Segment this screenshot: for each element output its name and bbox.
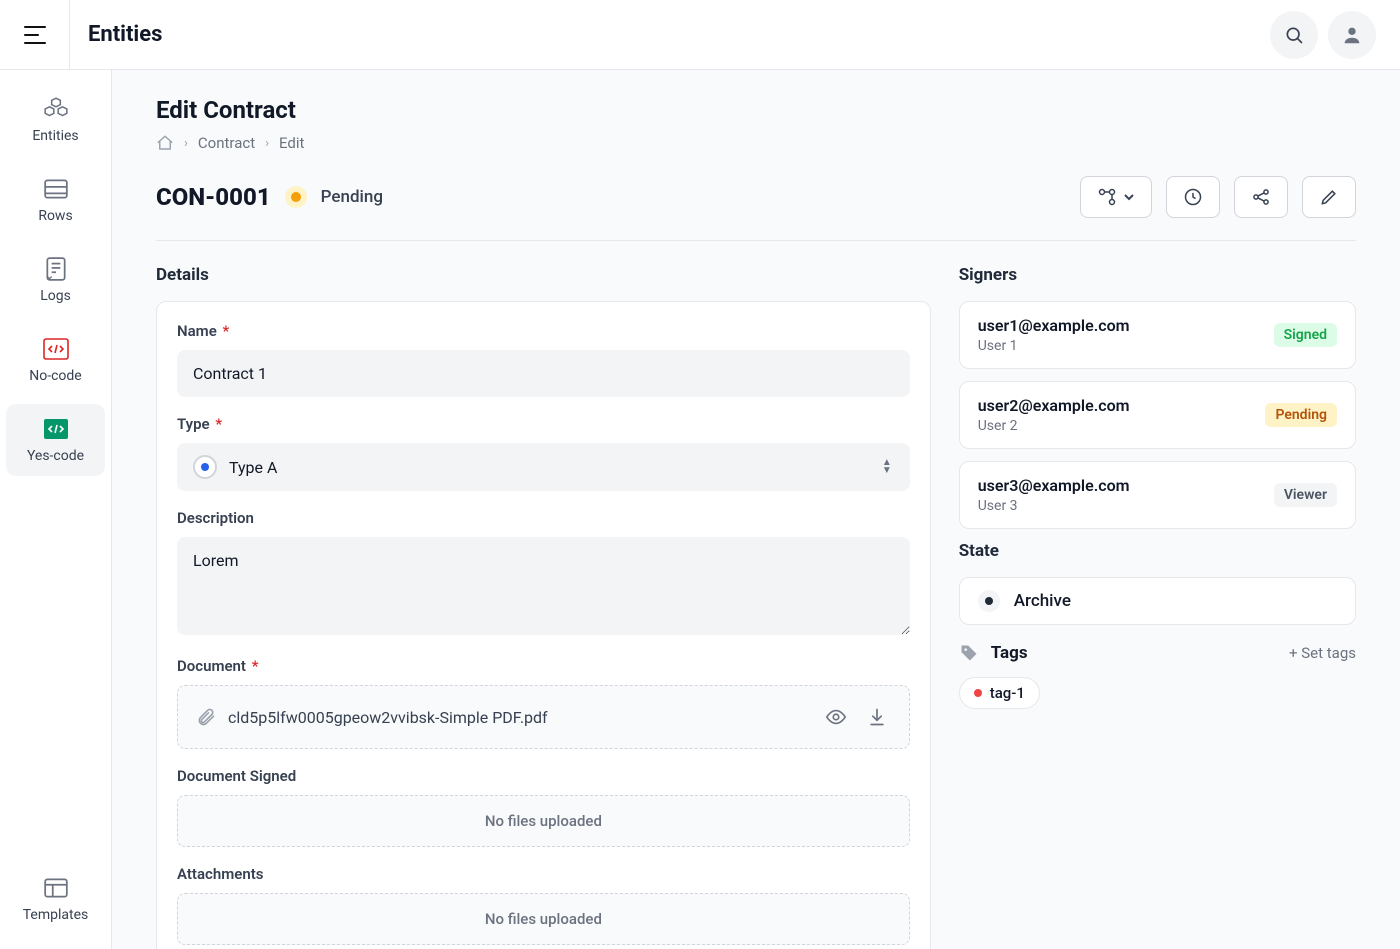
name-input[interactable] [177,350,910,397]
share-button[interactable] [1234,176,1288,218]
name-label: Name * [177,322,910,340]
workflow-button[interactable] [1080,176,1152,218]
chevron-right-icon: › [184,136,188,151]
edit-button[interactable] [1302,176,1356,218]
attachments-label: Attachments [177,865,910,883]
signer-status-badge: Viewer [1274,483,1337,507]
status-dot [291,192,301,202]
download-file-button[interactable] [863,703,891,731]
radio-dot-icon [193,455,217,479]
state-value: Archive [1014,591,1071,611]
state-section-title: State [959,541,1356,561]
set-tags-button[interactable]: + Set tags [1289,644,1356,662]
templates-icon [43,875,69,901]
state-dot-wrap [978,590,1000,612]
type-select-value: Type A [229,458,277,477]
main-content: Edit Contract › Contract › Edit CON-0001… [112,70,1400,949]
tag-icon [959,643,979,663]
tag-name: tag-1 [990,684,1025,702]
preview-file-button[interactable] [821,702,851,732]
signer-name: User 3 [978,498,1274,514]
sidebar-item-rows[interactable]: Rows [6,164,105,236]
type-label: Type * [177,415,910,433]
download-icon [867,707,887,727]
details-section-title: Details [156,265,931,285]
hamburger-icon [24,26,46,44]
eye-icon [825,706,847,728]
search-button[interactable] [1270,11,1318,59]
menu-toggle-button[interactable] [0,0,70,70]
rows-icon [43,176,69,202]
tags-header: Tags + Set tags [959,643,1356,663]
sidebar-item-no-code[interactable]: No-code [6,324,105,396]
signer-status-badge: Pending [1265,403,1337,427]
user-menu-button[interactable] [1328,11,1376,59]
entity-id: CON-0001 [156,183,271,211]
breadcrumb-level1[interactable]: Contract [198,134,255,152]
paperclip-icon [196,707,216,727]
entity-status: Pending [321,187,383,207]
state-dot [985,597,993,605]
user-icon [1341,24,1363,46]
logs-icon [43,256,69,282]
signer-email: user1@example.com [978,316,1274,335]
details-card: Name * Type * Type A ▲▼ [156,301,931,949]
sidebar-item-entities[interactable]: Entities [6,84,105,156]
attachments-empty-text: No files uploaded [485,910,602,928]
signer-row[interactable]: user3@example.com User 3Viewer [959,461,1356,529]
description-input[interactable] [177,537,910,635]
status-dot-wrap [285,186,307,208]
document-label: Document * [177,657,910,675]
sidebar-item-label: No-code [29,368,81,384]
signer-row[interactable]: user1@example.com User 1Signed [959,301,1356,369]
sidebar-item-label: Yes-code [27,448,84,464]
page-heading: Edit Contract [156,96,1356,124]
home-icon[interactable] [156,134,174,152]
share-icon [1251,187,1271,207]
state-card[interactable]: Archive [959,577,1356,625]
document-file-row: cld5p5lfw0005gpeow2vvibsk-Simple PDF.pdf [177,685,910,749]
signer-name: User 2 [978,418,1266,434]
no-code-icon [43,336,69,362]
signer-row[interactable]: user2@example.com User 2Pending [959,381,1356,449]
select-arrows-icon: ▲▼ [882,459,892,475]
sidebar-item-logs[interactable]: Logs [6,244,105,316]
description-label: Description [177,509,910,527]
signer-name: User 1 [978,338,1274,354]
signers-section-title: Signers [959,265,1356,285]
workflow-icon [1097,187,1117,207]
document-signed-empty-text: No files uploaded [485,812,602,830]
history-button[interactable] [1166,176,1220,218]
cubes-icon [43,96,69,122]
tag-dot [974,689,982,697]
search-icon [1284,25,1304,45]
tag-chip[interactable]: tag-1 [959,677,1040,709]
signer-email: user2@example.com [978,396,1266,415]
type-select[interactable]: Type A ▲▼ [177,443,910,491]
topbar-title: Entities [88,22,162,47]
tags-section-title: Tags [991,643,1281,663]
breadcrumb-level2: Edit [279,134,304,152]
document-filename: cld5p5lfw0005gpeow2vvibsk-Simple PDF.pdf [228,708,809,727]
attachments-dropzone[interactable]: No files uploaded [177,893,910,945]
signer-email: user3@example.com [978,476,1274,495]
sidebar-item-label: Entities [32,128,78,144]
sidebar-item-label: Templates [23,907,89,923]
document-signed-label: Document Signed [177,767,910,785]
pencil-icon [1319,187,1339,207]
sidebar-item-label: Logs [40,288,71,304]
topbar: Entities [0,0,1400,70]
breadcrumb: › Contract › Edit [156,134,1356,152]
chevron-down-icon [1123,191,1135,203]
sidebar-item-yes-code[interactable]: Yes-code [6,404,105,476]
signer-status-badge: Signed [1274,323,1337,347]
entity-header: CON-0001 Pending [156,176,1356,241]
clock-icon [1183,187,1203,207]
sidebar: Entities Rows Logs No-code [0,70,112,949]
yes-code-icon [43,416,69,442]
document-signed-dropzone[interactable]: No files uploaded [177,795,910,847]
sidebar-item-templates[interactable]: Templates [6,863,105,935]
sidebar-item-label: Rows [38,208,72,224]
chevron-right-icon: › [265,136,269,151]
